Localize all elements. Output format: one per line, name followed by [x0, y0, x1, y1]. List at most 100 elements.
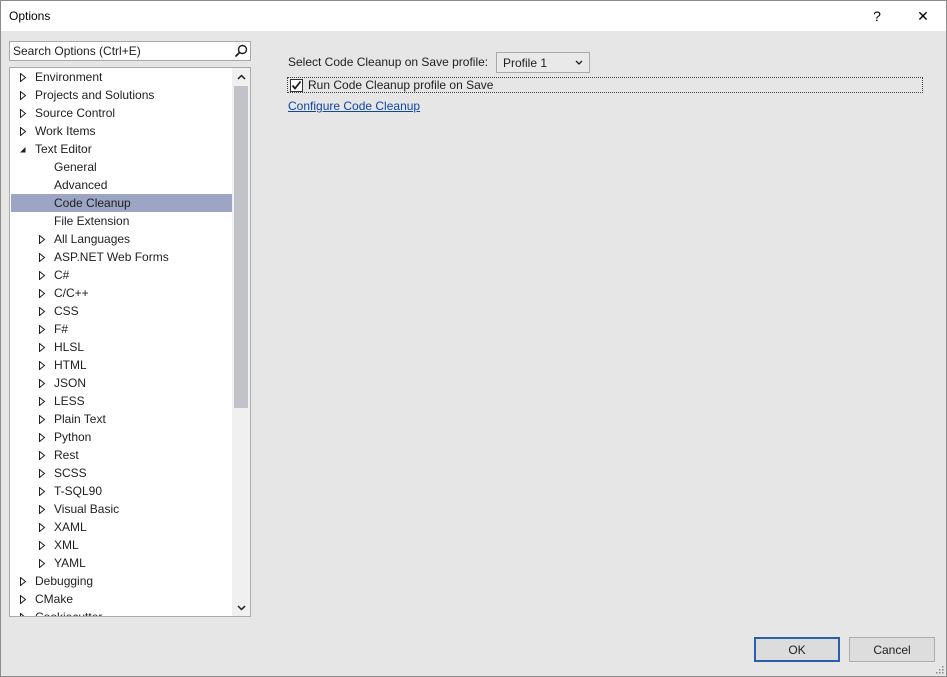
tree-item[interactable]: Cookiecutter	[11, 608, 233, 616]
collapsed-triangle-icon[interactable]	[18, 122, 28, 140]
tree-item[interactable]: CSS	[11, 302, 233, 320]
tree-item-label: Visual Basic	[54, 502, 120, 516]
collapsed-triangle-icon[interactable]	[37, 392, 47, 410]
collapsed-triangle-icon[interactable]	[18, 68, 28, 86]
tree-item[interactable]: YAML	[11, 554, 233, 572]
run-on-save-label: Run Code Cleanup profile on Save	[308, 78, 494, 92]
tree-item[interactable]: C#	[11, 266, 233, 284]
tree-item-label: Work Items	[35, 124, 96, 138]
collapsed-triangle-icon[interactable]	[18, 572, 28, 590]
collapsed-triangle-icon[interactable]	[37, 410, 47, 428]
tree-item-label: JSON	[54, 376, 87, 390]
scroll-thumb[interactable]	[234, 86, 248, 408]
tree-item-label: Rest	[54, 448, 79, 462]
tree-item-label: YAML	[54, 556, 86, 570]
tree-list: Environment Projects and Solutions Source …	[11, 68, 233, 616]
tree-item[interactable]: File Extension	[11, 212, 233, 230]
scroll-down-button[interactable]	[232, 599, 250, 616]
chevron-up-icon	[236, 73, 246, 80]
chevron-down-icon	[236, 604, 246, 611]
tree-item[interactable]: SCSS	[11, 464, 233, 482]
collapsed-triangle-icon[interactable]	[18, 608, 28, 616]
collapsed-triangle-icon[interactable]	[37, 482, 47, 500]
tree-item[interactable]: Visual Basic	[11, 500, 233, 518]
collapsed-triangle-icon[interactable]	[37, 446, 47, 464]
tree-item-label: Debugging	[35, 574, 94, 588]
title-bar: Options ? ✕	[1, 1, 946, 31]
cancel-button[interactable]: Cancel	[849, 637, 935, 662]
ok-button-label: OK	[788, 642, 806, 657]
search-box	[9, 41, 251, 61]
run-on-save-row[interactable]: Run Code Cleanup profile on Save	[287, 77, 923, 93]
tree-item-label: Text Editor	[35, 142, 92, 156]
tree-item[interactable]: Code Cleanup	[11, 194, 233, 212]
collapsed-triangle-icon[interactable]	[37, 284, 47, 302]
tree-item-label: HLSL	[54, 340, 85, 354]
tree-item[interactable]: CMake	[11, 590, 233, 608]
tree-item[interactable]: HTML	[11, 356, 233, 374]
window-title: Options	[9, 9, 51, 23]
tree-item-label: File Extension	[54, 214, 130, 228]
tree-item[interactable]: HLSL	[11, 338, 233, 356]
collapsed-triangle-icon[interactable]	[37, 266, 47, 284]
profile-dropdown[interactable]: Profile 1	[496, 52, 590, 73]
tree-item[interactable]: T-SQL90	[11, 482, 233, 500]
collapsed-triangle-icon[interactable]	[37, 230, 47, 248]
collapsed-triangle-icon[interactable]	[37, 374, 47, 392]
ok-button[interactable]: OK	[754, 637, 840, 662]
tree-item-label: C#	[54, 268, 70, 282]
help-button[interactable]: ?	[854, 1, 900, 31]
collapsed-triangle-icon[interactable]	[37, 428, 47, 446]
collapsed-triangle-icon[interactable]	[37, 464, 47, 482]
search-input[interactable]	[13, 43, 231, 59]
collapsed-triangle-icon[interactable]	[37, 518, 47, 536]
collapsed-triangle-icon[interactable]	[37, 302, 47, 320]
tree-item[interactable]: Projects and Solutions	[11, 86, 233, 104]
run-on-save-checkbox[interactable]	[290, 79, 303, 92]
tree-scrollbar[interactable]	[232, 68, 250, 616]
tree-item[interactable]: XAML	[11, 518, 233, 536]
collapsed-triangle-icon[interactable]	[37, 248, 47, 266]
tree-item[interactable]: C/C++	[11, 284, 233, 302]
scroll-up-button[interactable]	[232, 68, 250, 85]
expanded-triangle-icon[interactable]	[18, 140, 28, 158]
tree-item-label: XML	[54, 538, 79, 552]
tree-item[interactable]: Python	[11, 428, 233, 446]
collapsed-triangle-icon[interactable]	[37, 554, 47, 572]
tree-item[interactable]: Debugging	[11, 572, 233, 590]
resize-grip-icon[interactable]	[934, 664, 944, 674]
collapsed-triangle-icon[interactable]	[18, 86, 28, 104]
configure-code-cleanup-link[interactable]: Configure Code Cleanup	[288, 99, 420, 113]
close-button[interactable]: ✕	[900, 1, 946, 31]
tree-item[interactable]: Text Editor	[11, 140, 233, 158]
collapsed-triangle-icon[interactable]	[18, 590, 28, 608]
tree-item[interactable]: F#	[11, 320, 233, 338]
tree-item[interactable]: LESS	[11, 392, 233, 410]
tree-item-label: Environment	[35, 70, 103, 84]
checkmark-icon	[291, 80, 302, 90]
collapsed-triangle-icon[interactable]	[37, 356, 47, 374]
tree-item[interactable]: All Languages	[11, 230, 233, 248]
tree-item-label: HTML	[54, 358, 87, 372]
collapsed-triangle-icon[interactable]	[18, 104, 28, 122]
tree-item[interactable]: ASP.NET Web Forms	[11, 248, 233, 266]
search-icon[interactable]	[234, 44, 248, 58]
tree-item-label: Python	[54, 430, 92, 444]
tree-item[interactable]: Advanced	[11, 176, 233, 194]
tree-item-label: Plain Text	[54, 412, 106, 426]
tree-item[interactable]: JSON	[11, 374, 233, 392]
collapsed-triangle-icon[interactable]	[37, 338, 47, 356]
tree-item[interactable]: Source Control	[11, 104, 233, 122]
tree-item[interactable]: Environment	[11, 68, 233, 86]
tree-item[interactable]: XML	[11, 536, 233, 554]
tree-item-label: Source Control	[35, 106, 116, 120]
tree-item[interactable]: General	[11, 158, 233, 176]
tree-item[interactable]: Plain Text	[11, 410, 233, 428]
collapsed-triangle-icon[interactable]	[37, 500, 47, 518]
collapsed-triangle-icon[interactable]	[37, 536, 47, 554]
profile-selected-value: Profile 1	[503, 56, 548, 70]
tree-item[interactable]: Work Items	[11, 122, 233, 140]
collapsed-triangle-icon[interactable]	[37, 320, 47, 338]
tree-item-label: LESS	[54, 394, 85, 408]
tree-item[interactable]: Rest	[11, 446, 233, 464]
